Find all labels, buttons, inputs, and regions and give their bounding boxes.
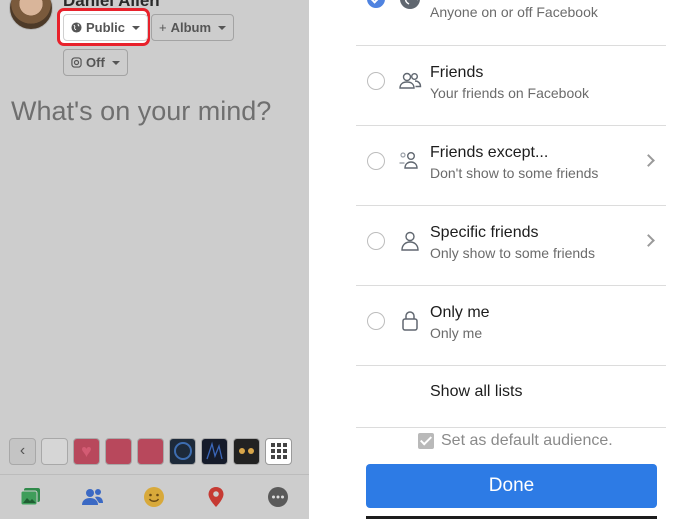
- audience-option-friends-except[interactable]: Friends except... Don't show to some fri…: [356, 126, 666, 206]
- instagram-share-button[interactable]: Off: [63, 49, 128, 76]
- option-title: Friends except...: [430, 144, 549, 161]
- background-grid-button[interactable]: [265, 437, 292, 465]
- photo-icon[interactable]: [19, 485, 43, 509]
- option-subtitle: Your friends on Facebook: [430, 85, 590, 101]
- default-audience-checkbox[interactable]: Set as default audience.: [418, 432, 613, 450]
- audience-public-button[interactable]: Public: [63, 14, 149, 41]
- person-icon: [401, 231, 419, 251]
- composer-toolbar: [0, 474, 309, 519]
- caret-down-icon: [132, 25, 141, 30]
- audience-option-specific-friends[interactable]: Specific friends Only show to some frien…: [356, 206, 666, 286]
- instagram-icon: [71, 57, 82, 68]
- background-option-dark-circle[interactable]: [169, 437, 196, 465]
- chevron-left-icon: ‹: [19, 442, 26, 459]
- globe-icon: [71, 22, 82, 33]
- background-back-button[interactable]: ‹: [9, 437, 36, 465]
- audience-option-friends[interactable]: Friends Your friends on Facebook: [356, 46, 666, 126]
- background-option-eyes[interactable]: [233, 437, 260, 465]
- avatar: [9, 0, 53, 30]
- radio-friends[interactable]: [367, 72, 385, 90]
- show-all-lists-label: Show all lists: [430, 383, 523, 400]
- album-label: Album: [170, 20, 212, 35]
- show-all-lists-button[interactable]: Show all lists: [356, 366, 666, 428]
- plus-icon: +: [159, 20, 167, 35]
- option-subtitle: Anyone on or off Facebook: [430, 4, 598, 20]
- chevron-right-icon: [642, 154, 655, 167]
- default-audience-label: Set as default audience.: [441, 432, 613, 449]
- caret-down-icon: [111, 60, 120, 65]
- radio-public[interactable]: [367, 0, 385, 8]
- background-picker: ‹ ♥: [9, 436, 292, 466]
- composer-panel: Daniel Allen Public + Album Off What's o…: [0, 0, 309, 519]
- audience-sheet: Anyone on or off Facebook Friends Your f…: [356, 0, 680, 519]
- done-button[interactable]: Done: [366, 464, 657, 508]
- instagram-label: Off: [86, 55, 105, 70]
- background-option-heart[interactable]: ♥: [73, 437, 100, 465]
- radio-specific-friends[interactable]: [367, 232, 385, 250]
- background-option-white[interactable]: [41, 437, 68, 465]
- post-text-input[interactable]: What's on your mind?: [11, 96, 271, 127]
- friends-icon: [399, 72, 422, 89]
- background-option-red[interactable]: [105, 437, 132, 465]
- background-option-red-2[interactable]: [137, 437, 164, 465]
- heart-icon: ♥: [81, 440, 92, 461]
- chevron-right-icon: [642, 234, 655, 247]
- caret-down-icon: [218, 25, 227, 30]
- audience-public-label: Public: [86, 20, 126, 35]
- album-button[interactable]: + Album: [151, 14, 235, 41]
- friends-except-icon: [399, 152, 418, 169]
- tag-people-icon[interactable]: [81, 485, 105, 509]
- radio-friends-except[interactable]: [367, 152, 385, 170]
- background-option-dark-lines[interactable]: [201, 437, 228, 465]
- option-title: Specific friends: [430, 224, 539, 241]
- location-icon[interactable]: [204, 485, 228, 509]
- option-subtitle: Only me: [430, 325, 483, 341]
- lock-icon: [402, 311, 418, 331]
- option-title: Friends: [430, 64, 484, 81]
- radio-only-me[interactable]: [367, 312, 385, 330]
- more-icon[interactable]: [266, 485, 290, 509]
- audience-option-only-me[interactable]: Only me Only me: [356, 286, 666, 366]
- audience-option-public[interactable]: Anyone on or off Facebook: [356, 0, 666, 46]
- option-subtitle: Only show to some friends: [430, 245, 595, 261]
- option-subtitle: Don't show to some friends: [430, 165, 599, 181]
- checkbox-icon[interactable]: [418, 433, 434, 449]
- feeling-icon[interactable]: [142, 485, 166, 509]
- option-title: Only me: [430, 304, 490, 321]
- globe-icon: [400, 0, 420, 9]
